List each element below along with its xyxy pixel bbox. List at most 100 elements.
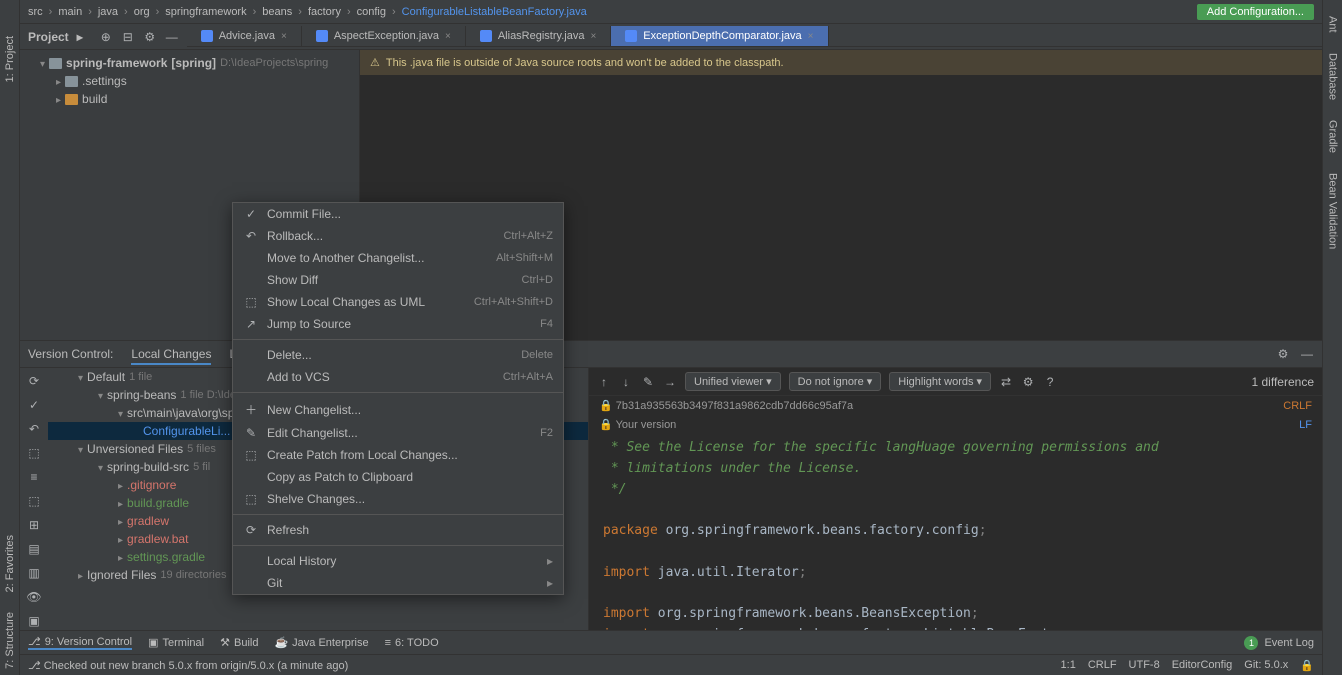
shelve-icon[interactable]: ⬚ [27, 494, 41, 508]
swap-icon[interactable]: ⇄ [999, 375, 1013, 389]
folder-icon [65, 94, 78, 105]
vcs-tab[interactable]: Local Changes [131, 347, 211, 365]
charset[interactable]: UTF-8 [1129, 659, 1160, 672]
gear-icon[interactable]: ⚙ [143, 30, 157, 44]
breadcrumb-current[interactable]: ConfigurableListableBeanFactory.java [402, 6, 587, 18]
add-configuration-button[interactable]: Add Configuration... [1197, 4, 1314, 20]
bottom-tool-tab[interactable]: ⚒ Build [220, 636, 258, 649]
menu-item[interactable]: Git [233, 572, 563, 594]
breadcrumb-segment[interactable]: src [28, 6, 43, 18]
difference-count: 1 difference [1252, 375, 1315, 389]
viewer-select[interactable]: Unified viewer ▾ [685, 372, 781, 391]
menu-item[interactable]: ⬚Create Patch from Local Changes... [233, 444, 563, 466]
database-tool-tab[interactable]: Database [1325, 47, 1341, 106]
favorites-tool-tab[interactable]: 2: Favorites [2, 529, 18, 598]
dropdown-icon[interactable]: ▸ [77, 30, 83, 44]
group-icon[interactable]: ⊞ [27, 518, 41, 532]
cursor-position: 1:1 [1061, 659, 1076, 672]
menu-item[interactable]: ⟳Refresh [233, 519, 563, 541]
lock-icon[interactable]: 🔒 [1300, 659, 1314, 672]
gear-icon[interactable]: ⚙ [1276, 347, 1290, 361]
menu-icon: ⟳ [243, 523, 259, 537]
close-icon[interactable]: × [445, 31, 451, 42]
project-tree-item[interactable]: .settings [20, 72, 359, 90]
close-icon[interactable]: × [808, 31, 814, 42]
jump-icon[interactable]: → [663, 375, 677, 389]
project-tool-tab[interactable]: 1: Project [2, 30, 18, 88]
hide-icon[interactable]: — [1300, 347, 1314, 361]
breadcrumb-segment[interactable]: springframework [165, 6, 246, 18]
commit-icon[interactable]: ✓ [27, 398, 41, 412]
gear-icon[interactable]: ⚙ [1021, 375, 1035, 389]
menu-item[interactable]: ＋New Changelist... [233, 397, 563, 422]
structure-tool-tab[interactable]: 7: Structure [2, 606, 18, 675]
project-tree-item[interactable]: build [20, 90, 359, 108]
editor-tab[interactable]: AliasRegistry.java× [466, 26, 611, 46]
menu-item[interactable]: ↶Rollback...Ctrl+Alt+Z [233, 225, 563, 247]
ignore-select[interactable]: Do not ignore ▾ [789, 372, 882, 391]
event-log-button[interactable]: Event Log [1264, 637, 1314, 649]
diff-icon[interactable]: ⬚ [27, 446, 41, 460]
collapse-icon[interactable]: ⊟ [121, 30, 135, 44]
tool-icon: ⚒ [220, 636, 230, 649]
bottom-tool-tab[interactable]: ▣ Terminal [148, 636, 204, 649]
bottom-tool-tab[interactable]: ☕ Java Enterprise [274, 636, 368, 649]
preview-icon[interactable]: 👁 [27, 590, 41, 604]
warning-text: This .java file is outside of Java sourc… [386, 57, 784, 69]
close-icon[interactable]: × [281, 31, 287, 42]
menu-item[interactable]: Local History [233, 550, 563, 572]
menu-item[interactable]: Delete...Delete [233, 344, 563, 366]
menu-icon: ✎ [243, 426, 259, 440]
edit-icon[interactable]: ✎ [641, 375, 655, 389]
menu-item[interactable]: ↗Jump to SourceF4 [233, 313, 563, 335]
locate-icon[interactable]: ⊕ [99, 30, 113, 44]
lock-icon: 🔒 [599, 400, 613, 412]
toggle-icon[interactable]: ▣ [27, 614, 41, 628]
menu-item[interactable]: Copy as Patch to Clipboard [233, 466, 563, 488]
bean-validation-tool-tab[interactable]: Bean Validation [1325, 167, 1341, 255]
crlf-indicator: CRLF [1283, 400, 1312, 412]
menu-item[interactable]: ✓Commit File... [233, 203, 563, 225]
editor-tab[interactable]: AspectException.java× [302, 26, 466, 46]
changelist-icon[interactable]: ≡ [27, 470, 41, 484]
folder-icon [65, 76, 78, 87]
menu-icon: ↶ [243, 229, 259, 243]
help-icon[interactable]: ? [1043, 375, 1057, 389]
breadcrumb-segment[interactable]: config [357, 6, 386, 18]
lf-indicator: LF [1299, 419, 1312, 431]
ant-tool-tab[interactable]: Ant [1325, 10, 1341, 39]
close-icon[interactable]: × [590, 31, 596, 42]
menu-item[interactable]: Move to Another Changelist...Alt+Shift+M [233, 247, 563, 269]
breadcrumb-segment[interactable]: factory [308, 6, 341, 18]
prev-diff-icon[interactable]: ↑ [597, 375, 611, 389]
line-ending[interactable]: CRLF [1088, 659, 1117, 672]
menu-item[interactable]: ⬚Shelve Changes... [233, 488, 563, 510]
editorconfig[interactable]: EditorConfig [1172, 659, 1233, 672]
bottom-tool-tab[interactable]: ⎇ 9: Version Control [28, 635, 132, 650]
highlight-select[interactable]: Highlight words ▾ [889, 372, 991, 391]
menu-item[interactable]: Show DiffCtrl+D [233, 269, 563, 291]
collapse-icon[interactable]: ▥ [27, 566, 41, 580]
refresh-icon[interactable]: ⟳ [27, 374, 41, 388]
folder-icon [49, 58, 62, 69]
expand-icon[interactable]: ▤ [27, 542, 41, 556]
breadcrumb-segment[interactable]: beans [262, 6, 292, 18]
project-pane-title: Project [28, 30, 69, 44]
breadcrumb: src main java org springframework beans factor… [28, 6, 587, 18]
project-tree-item[interactable]: spring-framework [spring] D:\IdeaProject… [20, 54, 359, 72]
breadcrumb-segment[interactable]: main [58, 6, 82, 18]
breadcrumb-segment[interactable]: java [98, 6, 118, 18]
rollback-icon[interactable]: ↶ [27, 422, 41, 436]
editor-tab[interactable]: Advice.java× [187, 26, 302, 46]
breadcrumb-segment[interactable]: org [134, 6, 150, 18]
next-diff-icon[interactable]: ↓ [619, 375, 633, 389]
bottom-tool-tab[interactable]: ≡ 6: TODO [385, 637, 439, 649]
editor-tab[interactable]: ExceptionDepthComparator.java× [611, 26, 828, 46]
menu-item[interactable]: ⬚Show Local Changes as UMLCtrl+Alt+Shift… [233, 291, 563, 313]
notification-badge: 1 [1244, 636, 1258, 650]
menu-item[interactable]: ✎Edit Changelist...F2 [233, 422, 563, 444]
hide-icon[interactable]: — [165, 30, 179, 44]
menu-item[interactable]: Add to VCSCtrl+Alt+A [233, 366, 563, 388]
gradle-tool-tab[interactable]: Gradle [1325, 114, 1341, 159]
git-branch[interactable]: Git: 5.0.x [1244, 659, 1288, 672]
